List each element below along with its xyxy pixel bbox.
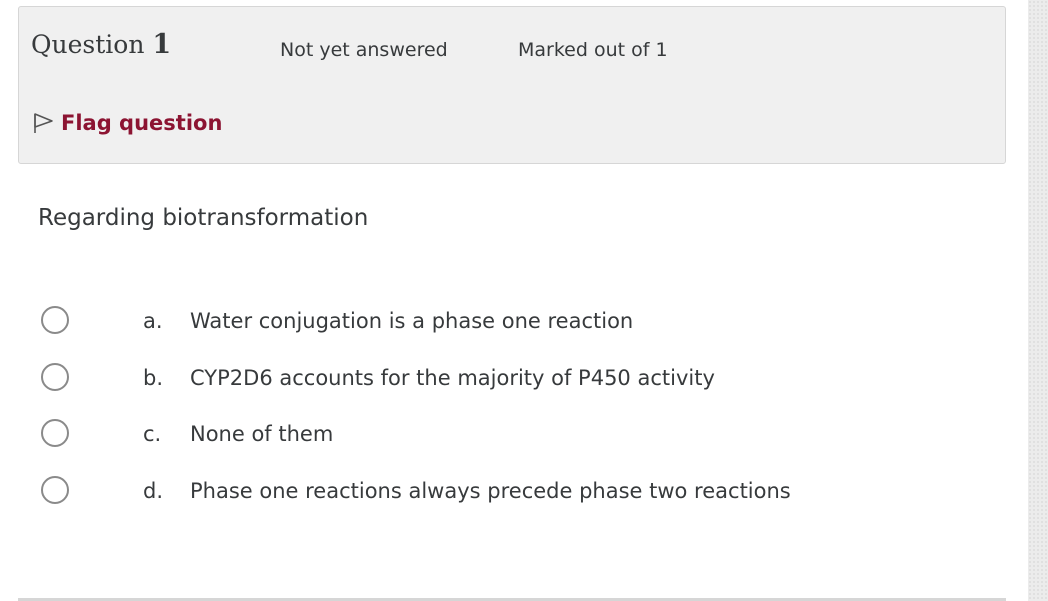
answer-option-a[interactable]: a. Water conjugation is a phase one reac… [38, 300, 998, 357]
answer-option-b[interactable]: b. CYP2D6 accounts for the majority of P… [38, 357, 998, 414]
radio-unchecked-icon[interactable] [41, 362, 69, 391]
radio-unchecked-icon[interactable] [41, 475, 69, 504]
radio-unchecked-icon[interactable] [41, 306, 69, 334]
answer-letter: a. [143, 309, 163, 333]
answer-letter: b. [143, 365, 164, 390]
question-grade: Marked out of 1 [518, 39, 668, 61]
question-number: 1 [152, 29, 172, 60]
answer-option-d[interactable]: d. Phase one reactions always precede ph… [38, 470, 998, 527]
radio-unchecked-icon[interactable] [41, 419, 69, 447]
question-info-panel: Question 1 Not yet answered Marked out o… [18, 6, 1006, 164]
answer-letter: c. [143, 422, 162, 446]
answer-text: None of them [190, 422, 334, 446]
flag-question-button[interactable]: Flag question [33, 106, 222, 140]
question-text: Regarding biotransformation [38, 205, 369, 231]
answer-letter: d. [143, 478, 164, 503]
answer-text: Water conjugation is a phase one reactio… [190, 309, 634, 333]
answer-options: a. Water conjugation is a phase one reac… [38, 300, 998, 526]
question-label: Question [31, 30, 145, 59]
question-state: Not yet answered [280, 39, 448, 61]
flag-icon [33, 111, 55, 145]
flag-question-label: Flag question [61, 111, 223, 135]
answer-option-c[interactable]: c. None of them [38, 413, 998, 470]
answer-text: Phase one reactions always precede phase… [190, 478, 791, 503]
quiz-page: Question 1 Not yet answered Marked out o… [0, 0, 1048, 601]
scrollbar[interactable] [1028, 0, 1048, 601]
answer-text: CYP2D6 accounts for the majority of P450… [190, 365, 715, 390]
question-number-heading: Question 1 [31, 29, 171, 60]
